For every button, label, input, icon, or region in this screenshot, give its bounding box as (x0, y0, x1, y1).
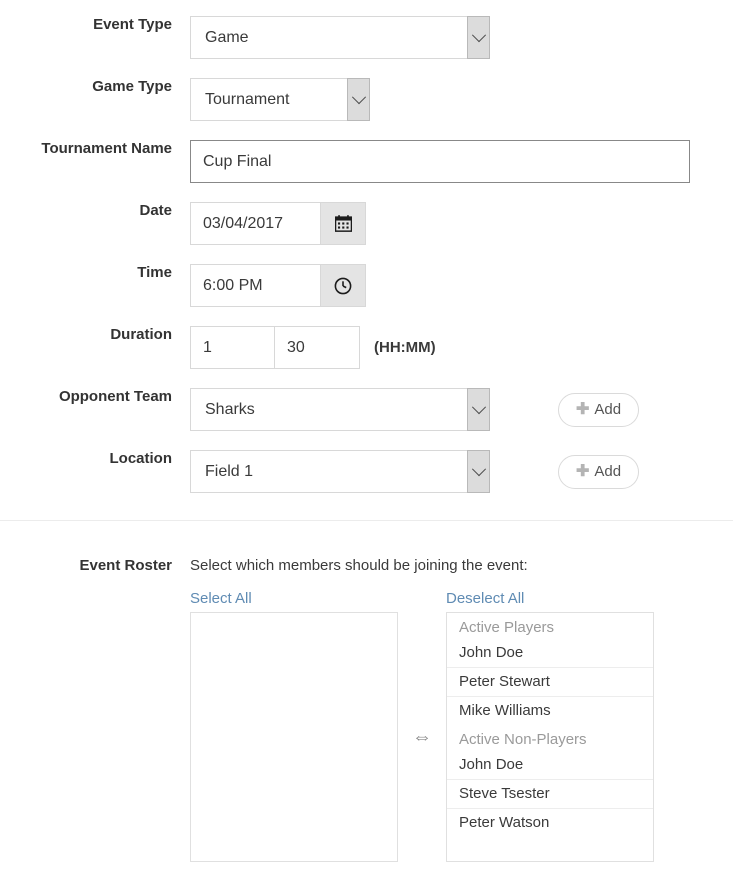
form-row-location: Location Field 1 ✚ Add (0, 450, 733, 493)
location-label: Location (109, 450, 173, 467)
date-input[interactable] (190, 202, 320, 245)
location-selected-value: Field 1 (205, 462, 254, 480)
opponent-team-selected-value: Sharks (205, 400, 255, 418)
section-divider (0, 520, 733, 521)
time-input[interactable] (190, 264, 320, 307)
tournament-name-input[interactable] (190, 140, 690, 183)
form-row-date: Date (0, 202, 733, 245)
event-type-selected-value: Game (205, 28, 249, 46)
form-row-event-roster: Event Roster Select which members should… (0, 557, 733, 862)
duration-minutes-input[interactable] (275, 326, 360, 369)
tournament-name-label: Tournament Name (41, 140, 172, 157)
form-row-time: Time (0, 264, 733, 307)
available-members-list[interactable]: Active Players John Doe Peter Stewart Mike … (446, 612, 654, 862)
location-select[interactable]: Field 1 (190, 450, 490, 493)
form-row-tournament-name: Tournament Name (0, 140, 733, 183)
list-item[interactable]: Peter Stewart (447, 667, 653, 696)
event-roster-instruction: Select which members should be joining t… (190, 557, 528, 574)
chevron-down-icon[interactable] (467, 388, 490, 431)
duration-format-hint: (HH:MM) (374, 339, 436, 356)
time-label: Time (137, 264, 172, 281)
roster-link-bar: Select All Deselect All (190, 590, 733, 607)
event-form: Event Type Game Game Type Tournament Tou… (0, 16, 733, 862)
chevron-down-icon[interactable] (467, 16, 490, 59)
list-item[interactable]: Peter Watson (447, 808, 653, 837)
game-type-select[interactable]: Tournament (190, 78, 370, 121)
list-item[interactable]: Mike Williams (447, 696, 653, 725)
form-row-duration: Duration (HH:MM) (0, 326, 733, 369)
opponent-team-label: Opponent Team (58, 388, 172, 405)
plus-icon: ✚ (576, 400, 590, 418)
plus-icon: ✚ (576, 462, 590, 480)
add-location-label: Add (594, 463, 622, 480)
list-item[interactable]: Steve Tsester (447, 779, 653, 808)
duration-label: Duration (110, 326, 172, 343)
deselect-all-link[interactable]: Deselect All (446, 590, 524, 607)
add-opponent-team-label: Add (594, 401, 622, 418)
date-input-group (190, 202, 366, 245)
chevron-down-icon[interactable] (347, 78, 370, 121)
calendar-icon[interactable] (320, 202, 366, 245)
game-type-label: Game Type (92, 78, 172, 95)
opponent-team-select[interactable]: Sharks (190, 388, 490, 431)
roster-transfer-lists: ⇔ Active Players John Doe Peter Stewart Mik… (190, 612, 733, 862)
form-row-game-type: Game Type Tournament (0, 78, 733, 121)
chevron-down-icon[interactable] (467, 450, 490, 493)
event-type-label: Event Type (93, 16, 172, 33)
date-label: Date (139, 202, 172, 219)
list-group-header: Active Players (459, 619, 555, 636)
event-roster-label: Event Roster (79, 557, 172, 574)
add-opponent-team-button[interactable]: ✚ Add (558, 392, 640, 427)
add-location-button[interactable]: ✚ Add (558, 454, 640, 489)
list-item[interactable]: John Doe (447, 751, 653, 779)
event-type-select[interactable]: Game (190, 16, 490, 59)
clock-icon[interactable] (320, 264, 366, 307)
transfer-arrows-icon[interactable]: ⇔ (398, 612, 446, 862)
time-input-group (190, 264, 366, 307)
list-item[interactable]: John Doe (447, 639, 653, 667)
list-group-header: Active Non-Players (459, 731, 587, 748)
game-type-selected-value: Tournament (205, 90, 290, 108)
select-all-link[interactable]: Select All (190, 590, 252, 607)
form-row-opponent-team: Opponent Team Sharks ✚ Add (0, 388, 733, 431)
selected-members-list[interactable] (190, 612, 398, 862)
form-row-event-type: Event Type Game (0, 16, 733, 59)
duration-hours-input[interactable] (190, 326, 275, 369)
